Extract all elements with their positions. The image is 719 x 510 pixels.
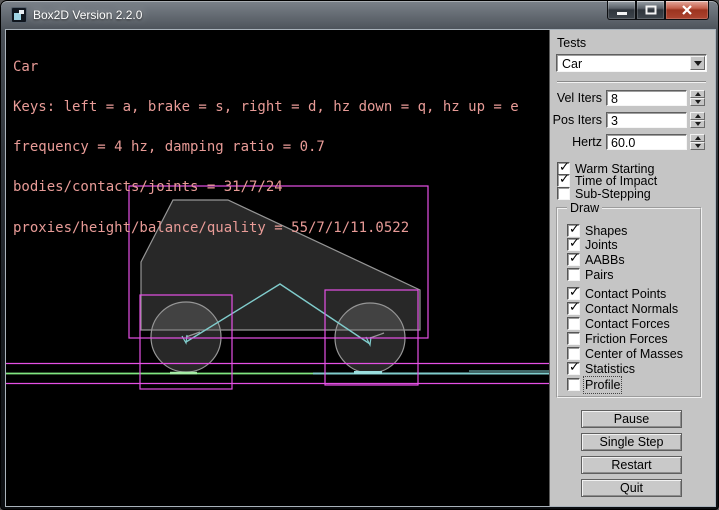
draw-groupbox: Draw ✓ Shapes ✓ Joints ✓ AABBs ✓ Pairs [556, 207, 702, 398]
hertz-up-button[interactable] [690, 134, 705, 142]
checkbox-contact-forces[interactable]: ✓ Contact Forces [567, 317, 670, 330]
pos-iters-input[interactable]: 3 [606, 112, 687, 128]
single-step-button[interactable]: Single Step [581, 433, 682, 451]
draw-group-title: Draw [567, 201, 602, 215]
client-area: Car Keys: left = a, brake = s, right = d… [5, 29, 716, 507]
hertz-row: Hertz 60.0 [550, 134, 710, 150]
checkbox-contact-normals[interactable]: ✓ Contact Normals [567, 302, 678, 315]
tests-dropdown-value: Car [562, 57, 582, 71]
checkbox-icon[interactable]: ✓ [567, 268, 580, 281]
checkbox-icon[interactable]: ✓ [557, 187, 570, 200]
checkbox-icon[interactable]: ✓ [567, 287, 580, 300]
chevron-down-icon [694, 61, 702, 66]
restart-button[interactable]: Restart [581, 456, 682, 474]
checkbox-profile[interactable]: ✓ Profile [567, 378, 620, 391]
vel-iters-spinner [690, 90, 705, 106]
window-controls [607, 1, 709, 20]
maximize-button[interactable] [636, 1, 665, 20]
tests-dropdown[interactable]: Car [556, 54, 707, 72]
tests-label: Tests [557, 36, 586, 50]
checkbox-icon[interactable]: ✓ [567, 347, 580, 360]
pos-iters-spinner [690, 112, 705, 128]
app-window: Box2D Version 2.2.0 [0, 0, 719, 510]
test-name-line: Car [13, 61, 519, 74]
hertz-label: Hertz [550, 135, 602, 149]
checkbox-icon[interactable]: ✓ [567, 332, 580, 345]
control-panel: Tests Car Vel Iters 8 Pos Iters 3 [549, 30, 715, 506]
window-title: Box2D Version 2.2.0 [33, 8, 142, 22]
checkbox-statistics[interactable]: ✓ Statistics [567, 362, 635, 375]
title-bar[interactable]: Box2D Version 2.2.0 [1, 1, 718, 29]
checkbox-icon[interactable]: ✓ [567, 238, 580, 251]
minimize-button[interactable] [607, 1, 636, 20]
vel-iters-input[interactable]: 8 [606, 90, 687, 106]
pos-iters-row: Pos Iters 3 [550, 112, 710, 128]
checkbox-icon[interactable]: ✓ [567, 362, 580, 375]
bodies-stats-line: bodies/contacts/joints = 31/7/24 [13, 181, 519, 194]
simulation-canvas[interactable]: Car Keys: left = a, brake = s, right = d… [6, 30, 549, 506]
separator [557, 81, 706, 83]
checkbox-icon[interactable]: ✓ [567, 253, 580, 266]
arrow-up-icon [695, 114, 701, 118]
close-button[interactable] [665, 1, 709, 20]
arrow-up-icon [695, 92, 701, 96]
pos-iters-label: Pos Iters [550, 113, 602, 127]
frequency-line: frequency = 4 hz, damping ratio = 0.7 [13, 141, 519, 154]
hertz-spinner [690, 134, 705, 150]
checkbox-time-of-impact[interactable]: ✓ Time of Impact [557, 174, 657, 187]
checkbox-icon[interactable]: ✓ [567, 378, 580, 391]
vel-iters-label: Vel Iters [550, 91, 602, 105]
vel-iters-up-button[interactable] [690, 90, 705, 98]
vel-iters-row: Vel Iters 8 [550, 90, 710, 106]
arrow-down-icon [695, 144, 701, 148]
quit-button[interactable]: Quit [581, 479, 682, 497]
keys-help-line: Keys: left = a, brake = s, right = d, hz… [13, 101, 519, 114]
checkbox-friction-forces[interactable]: ✓ Friction Forces [567, 332, 668, 345]
pos-iters-up-button[interactable] [690, 112, 705, 120]
checkbox-icon[interactable]: ✓ [557, 174, 570, 187]
hertz-input[interactable]: 60.0 [606, 134, 687, 150]
statistics-text: Car Keys: left = a, brake = s, right = d… [13, 34, 519, 262]
pos-iters-down-button[interactable] [690, 120, 705, 128]
vel-iters-down-button[interactable] [690, 98, 705, 106]
checkbox-contact-points[interactable]: ✓ Contact Points [567, 287, 666, 300]
checkbox-center-of-masses[interactable]: ✓ Center of Masses [567, 347, 683, 360]
hertz-down-button[interactable] [690, 142, 705, 150]
close-icon [680, 4, 694, 16]
arrow-down-icon [695, 100, 701, 104]
tests-dropdown-button[interactable] [690, 56, 705, 70]
pause-button[interactable]: Pause [581, 410, 682, 428]
checkbox-icon[interactable]: ✓ [567, 317, 580, 330]
app-icon [11, 7, 27, 23]
minimize-icon [616, 4, 628, 16]
checkbox-icon[interactable]: ✓ [567, 302, 580, 315]
checkbox-aabbs[interactable]: ✓ AABBs [567, 253, 625, 266]
arrow-down-icon [695, 122, 701, 126]
checkbox-pairs[interactable]: ✓ Pairs [567, 268, 613, 281]
arrow-up-icon [695, 136, 701, 140]
maximize-icon [645, 4, 657, 16]
checkbox-sub-stepping[interactable]: ✓ Sub-Stepping [557, 187, 651, 200]
checkbox-joints[interactable]: ✓ Joints [567, 238, 618, 251]
proxies-stats-line: proxies/height/balance/quality = 55/7/1/… [13, 222, 519, 235]
